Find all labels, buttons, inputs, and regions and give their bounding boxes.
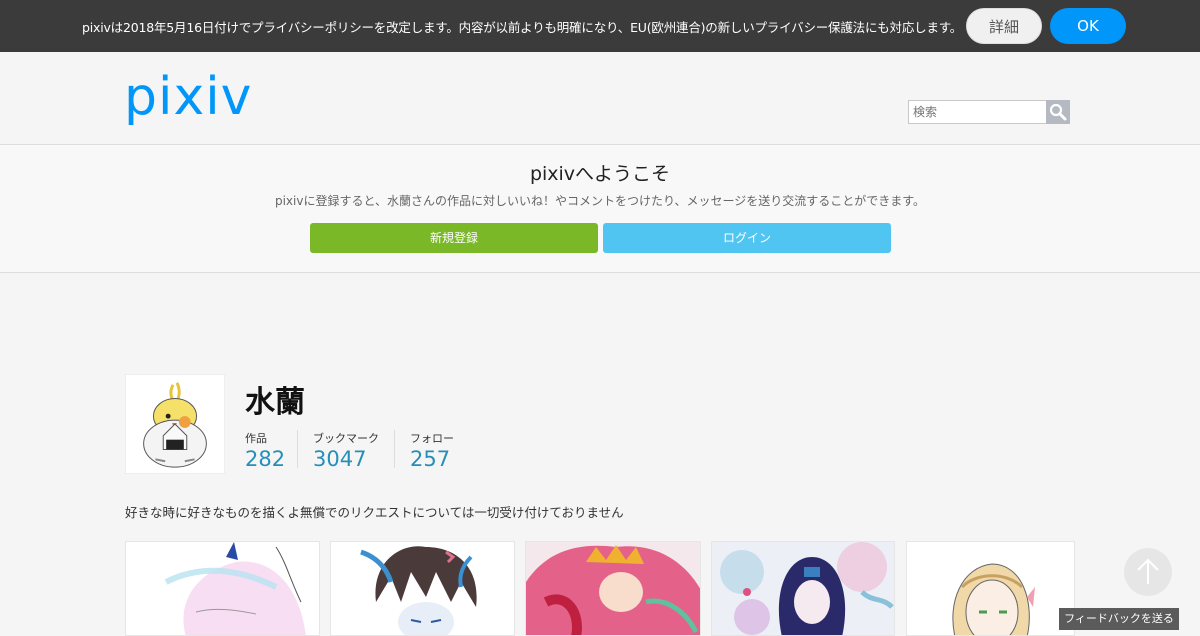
search-input[interactable]	[908, 100, 1047, 124]
stat-works-label: 作品	[245, 432, 267, 445]
feedback-button[interactable]: フィードバックを送る	[1059, 608, 1179, 630]
stat-follow[interactable]: フォロー 257	[410, 430, 454, 471]
artwork-image	[907, 542, 1074, 635]
stat-divider	[297, 430, 298, 468]
stat-divider	[394, 430, 395, 468]
artwork-thumbnail[interactable]	[525, 541, 701, 636]
welcome-panel: pixivへようこそ pixivに登録すると、水蘭さんの作品に対しいいね！やコメ…	[0, 144, 1200, 273]
stat-bookmarks[interactable]: ブックマーク 3047	[313, 430, 379, 471]
arrow-up-icon	[1137, 558, 1159, 584]
stat-follow-value: 257	[410, 447, 451, 471]
artwork-thumbnail[interactable]	[330, 541, 515, 636]
artwork-image	[126, 542, 319, 635]
scroll-to-top-button[interactable]	[1124, 548, 1172, 596]
welcome-description: pixivに登録すると、水蘭さんの作品に対しいいね！やコメントをつけたり、メッセ…	[274, 194, 926, 208]
search-icon	[1049, 103, 1067, 121]
artwork-thumbnail[interactable]	[125, 541, 320, 636]
welcome-title: pixivへようこそ	[529, 163, 671, 185]
artwork-image	[712, 542, 894, 635]
site-header: pixiv	[0, 52, 1200, 144]
cockatiel-avatar-image	[143, 382, 207, 468]
privacy-ok-button[interactable]: OK	[1050, 8, 1126, 44]
stat-bookmarks-label: ブックマーク	[313, 432, 379, 445]
pixiv-logo[interactable]: pixiv	[124, 67, 252, 127]
stat-works[interactable]: 作品 282	[245, 430, 286, 471]
stat-works-value: 282	[245, 447, 286, 471]
stat-follow-label: フォロー	[410, 432, 454, 445]
privacy-detail-button[interactable]: 詳細	[966, 8, 1042, 44]
user-bio: 好きな時に好きなものを描くよ無償でのリクエストについては一切受け付けておりません	[125, 505, 624, 520]
artwork-thumbnail[interactable]	[906, 541, 1075, 636]
login-button[interactable]: ログイン	[603, 223, 891, 253]
search-button[interactable]	[1046, 100, 1070, 124]
user-name: 水蘭	[245, 385, 305, 420]
stat-bookmarks-value: 3047	[313, 447, 367, 471]
artwork-thumbnail[interactable]	[711, 541, 895, 636]
signup-button[interactable]: 新規登録	[310, 223, 598, 253]
artwork-image	[331, 542, 514, 635]
privacy-notice-text: pixivは2018年5月16日付けでプライバシーポリシーを改定します。内容が以…	[82, 20, 963, 35]
privacy-banner: pixivは2018年5月16日付けでプライバシーポリシーを改定します。内容が以…	[0, 0, 1200, 52]
artwork-image	[526, 542, 700, 635]
avatar[interactable]	[125, 374, 225, 474]
